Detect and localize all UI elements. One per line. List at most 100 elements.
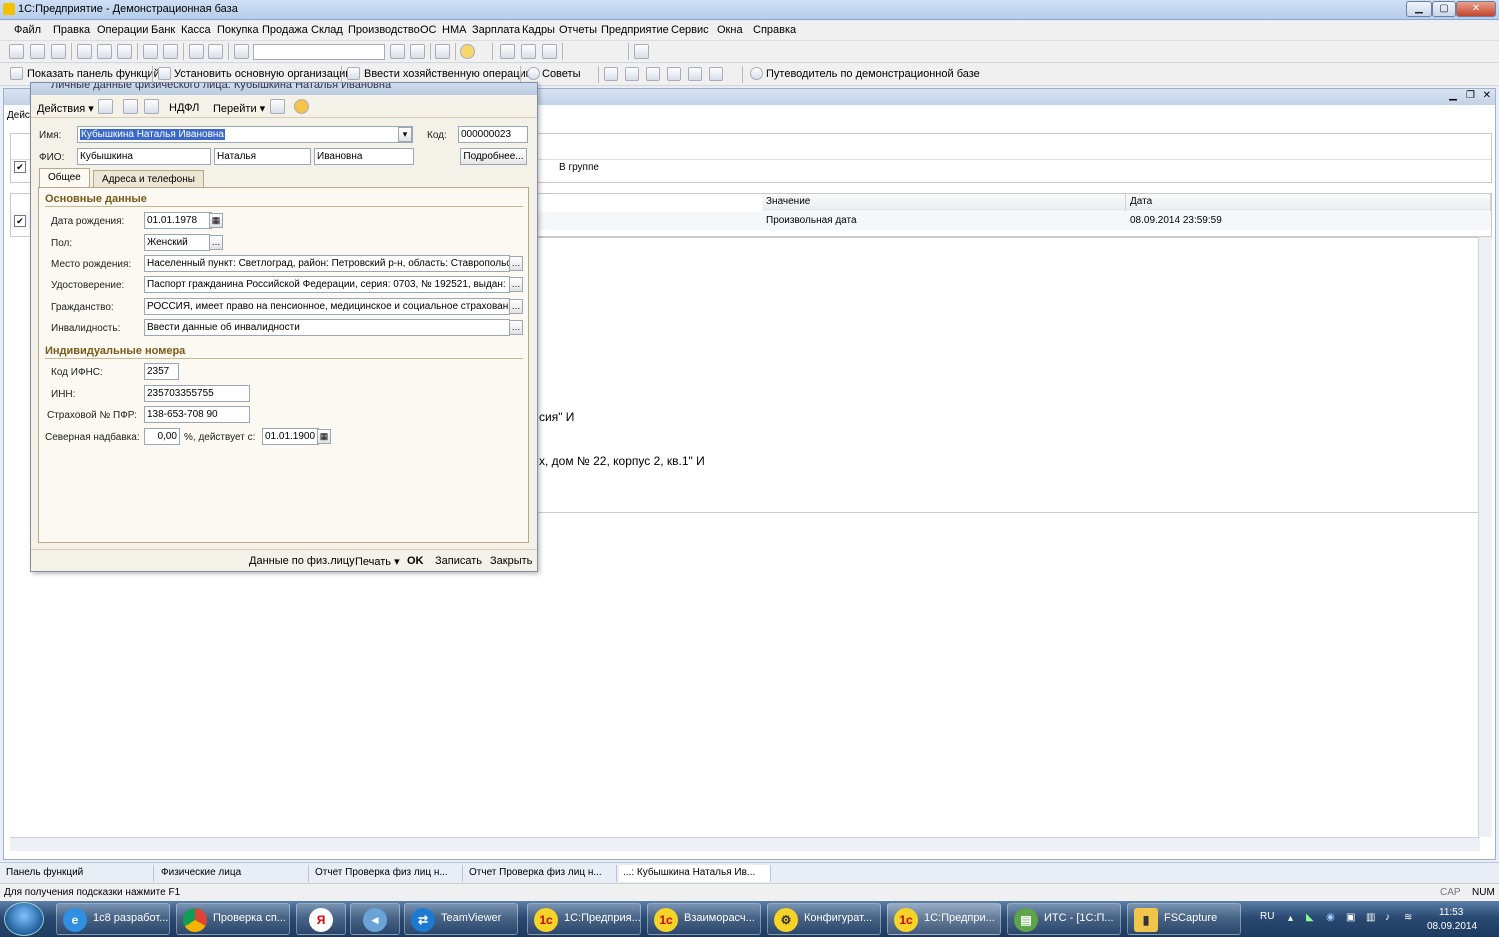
- guide-icon[interactable]: [750, 67, 763, 80]
- task-fscapture[interactable]: ▮ FSCapture: [1127, 903, 1241, 935]
- menu-operations[interactable]: Операции: [97, 24, 148, 36]
- more-button[interactable]: Подробнее...: [460, 148, 527, 165]
- disability-select-icon[interactable]: …: [509, 320, 523, 335]
- task-ie[interactable]: e 1с8 разработ...: [56, 903, 170, 935]
- language-indicator[interactable]: RU: [1260, 911, 1274, 922]
- tray-icon-1[interactable]: ◣: [1306, 912, 1314, 923]
- save-button[interactable]: Записать: [431, 553, 486, 571]
- close-dialog-button[interactable]: Закрыть: [486, 553, 536, 571]
- set-org-button[interactable]: Установить основную организацию: [174, 68, 354, 80]
- inn-field[interactable]: 235703355755: [144, 385, 250, 402]
- menu-os[interactable]: ОС: [420, 24, 437, 36]
- print-icon[interactable]: [143, 44, 158, 59]
- tips-icon[interactable]: [527, 67, 540, 80]
- name-dropdown-icon[interactable]: ▾: [398, 127, 412, 142]
- north-date-field[interactable]: 01.01.1900: [262, 428, 319, 445]
- menu-file[interactable]: Файл: [14, 24, 41, 36]
- search-input[interactable]: [253, 44, 385, 60]
- last-name-field[interactable]: Кубышкина: [77, 148, 211, 165]
- operation-icon[interactable]: [347, 67, 360, 80]
- filter-checkbox[interactable]: ✔: [14, 161, 26, 173]
- show-panel-button[interactable]: Показать панель функций: [27, 68, 160, 80]
- new-icon[interactable]: [9, 44, 24, 59]
- vertical-scrollbar[interactable]: [1478, 237, 1492, 837]
- tree-icon[interactable]: [98, 99, 113, 114]
- clock-date[interactable]: 08.09.2014: [1427, 921, 1477, 932]
- north-calendar-icon[interactable]: ▦: [317, 429, 331, 444]
- refresh-icon[interactable]: [123, 99, 138, 114]
- horizontal-scrollbar[interactable]: [10, 837, 1480, 851]
- task-1c-active[interactable]: 1c 1С:Предпри...: [887, 903, 1001, 935]
- menu-nma[interactable]: НМА: [442, 24, 466, 36]
- menu-salary[interactable]: Зарплата: [472, 24, 520, 36]
- name-field[interactable]: Кубышкина Наталья Ивановна: [77, 126, 413, 143]
- org-icon[interactable]: [158, 67, 171, 80]
- info-icon[interactable]: [460, 44, 475, 59]
- menu-enterprise[interactable]: Предприятие: [601, 24, 669, 36]
- citizenship-select-icon[interactable]: …: [509, 299, 523, 314]
- row-checkbox[interactable]: ✔: [14, 215, 26, 227]
- menu-windows[interactable]: Окна: [717, 24, 743, 36]
- ndfl-button[interactable]: НДФЛ: [165, 100, 203, 118]
- close-button[interactable]: ✕: [1456, 1, 1496, 17]
- start-button[interactable]: [4, 902, 44, 936]
- minimize-button[interactable]: ▁: [1406, 1, 1432, 17]
- window-tab-person[interactable]: ...: Кубышкина Наталья Ив...: [619, 865, 771, 882]
- task-media[interactable]: ◄: [350, 903, 400, 935]
- find-next-icon[interactable]: [390, 44, 405, 59]
- windows-icon[interactable]: [435, 44, 450, 59]
- actions-menu[interactable]: Действия ▾: [33, 100, 98, 118]
- report-icon-3[interactable]: [646, 67, 660, 81]
- copy-icon[interactable]: [97, 44, 112, 59]
- list-icon[interactable]: [270, 99, 285, 114]
- bg-actions-label[interactable]: Дейс: [7, 110, 30, 121]
- tray-icon-3[interactable]: ▣: [1346, 912, 1355, 923]
- volume-icon[interactable]: ♪: [1385, 912, 1390, 923]
- report-icon-4[interactable]: [667, 67, 681, 81]
- bg-restore-icon[interactable]: ❐: [1466, 90, 1475, 101]
- task-1c-2[interactable]: 1c Взаиморасч...: [647, 903, 761, 935]
- cut-icon[interactable]: [77, 44, 92, 59]
- tips-button[interactable]: Советы: [542, 68, 580, 80]
- north-value-field[interactable]: 0,00: [144, 428, 180, 445]
- citizenship-field[interactable]: РОССИЯ, имеет право на пенсионное, медиц…: [144, 298, 510, 315]
- first-name-field[interactable]: Наталья: [214, 148, 311, 165]
- copy-doc-icon[interactable]: [144, 99, 159, 114]
- menu-bank[interactable]: Банк: [151, 24, 175, 36]
- task-1c-1[interactable]: 1c 1С:Предприя...: [527, 903, 641, 935]
- id-doc-select-icon[interactable]: …: [509, 277, 523, 292]
- menu-sales[interactable]: Продажа: [262, 24, 308, 36]
- find-prev-icon[interactable]: [410, 44, 425, 59]
- menu-cash[interactable]: Касса: [181, 24, 211, 36]
- bg-minimize-icon[interactable]: ▁: [1449, 90, 1457, 101]
- task-configurator[interactable]: ⚙ Конфигурат...: [767, 903, 881, 935]
- report-icon-1[interactable]: [604, 67, 618, 81]
- menu-help[interactable]: Справка: [753, 24, 796, 36]
- panel-icon[interactable]: [10, 67, 23, 80]
- birth-date-field[interactable]: 01.01.1978: [144, 212, 212, 229]
- menu-production[interactable]: Производство: [348, 24, 420, 36]
- tab-general[interactable]: Общее: [39, 168, 90, 187]
- window-tab-persons[interactable]: Физические лица: [157, 865, 309, 882]
- ifns-field[interactable]: 2357: [144, 363, 179, 380]
- tools-icon[interactable]: [634, 44, 649, 59]
- journal-icon[interactable]: [500, 44, 515, 59]
- enter-operation-button[interactable]: Ввести хозяйственную операцию: [364, 68, 534, 80]
- window-tab-functions[interactable]: Панель функций: [2, 865, 154, 882]
- disability-field[interactable]: Ввести данные об инвалидности: [144, 319, 510, 336]
- menu-hr[interactable]: Кадры: [522, 24, 555, 36]
- print-menu[interactable]: Печать ▾: [351, 553, 404, 571]
- m-minus-icon[interactable]: [610, 44, 625, 59]
- ok-button[interactable]: OK: [403, 553, 428, 571]
- calendar-icon[interactable]: ▦: [209, 213, 223, 228]
- task-its[interactable]: ▤ ИТС - [1С:П...: [1007, 903, 1121, 935]
- task-yandex[interactable]: Я: [296, 903, 346, 935]
- tray-icon-2[interactable]: ◉: [1326, 912, 1335, 923]
- birthplace-field[interactable]: Населенный пункт: Светлоград, район: Пет…: [144, 255, 510, 272]
- tray-arrow-icon[interactable]: ▴: [1288, 913, 1293, 924]
- code-field[interactable]: 000000023: [458, 126, 528, 143]
- clock-time[interactable]: 11:53: [1439, 907, 1463, 918]
- save-icon[interactable]: [51, 44, 66, 59]
- menu-edit[interactable]: Правка: [53, 24, 90, 36]
- task-chrome[interactable]: Проверка сп...: [176, 903, 290, 935]
